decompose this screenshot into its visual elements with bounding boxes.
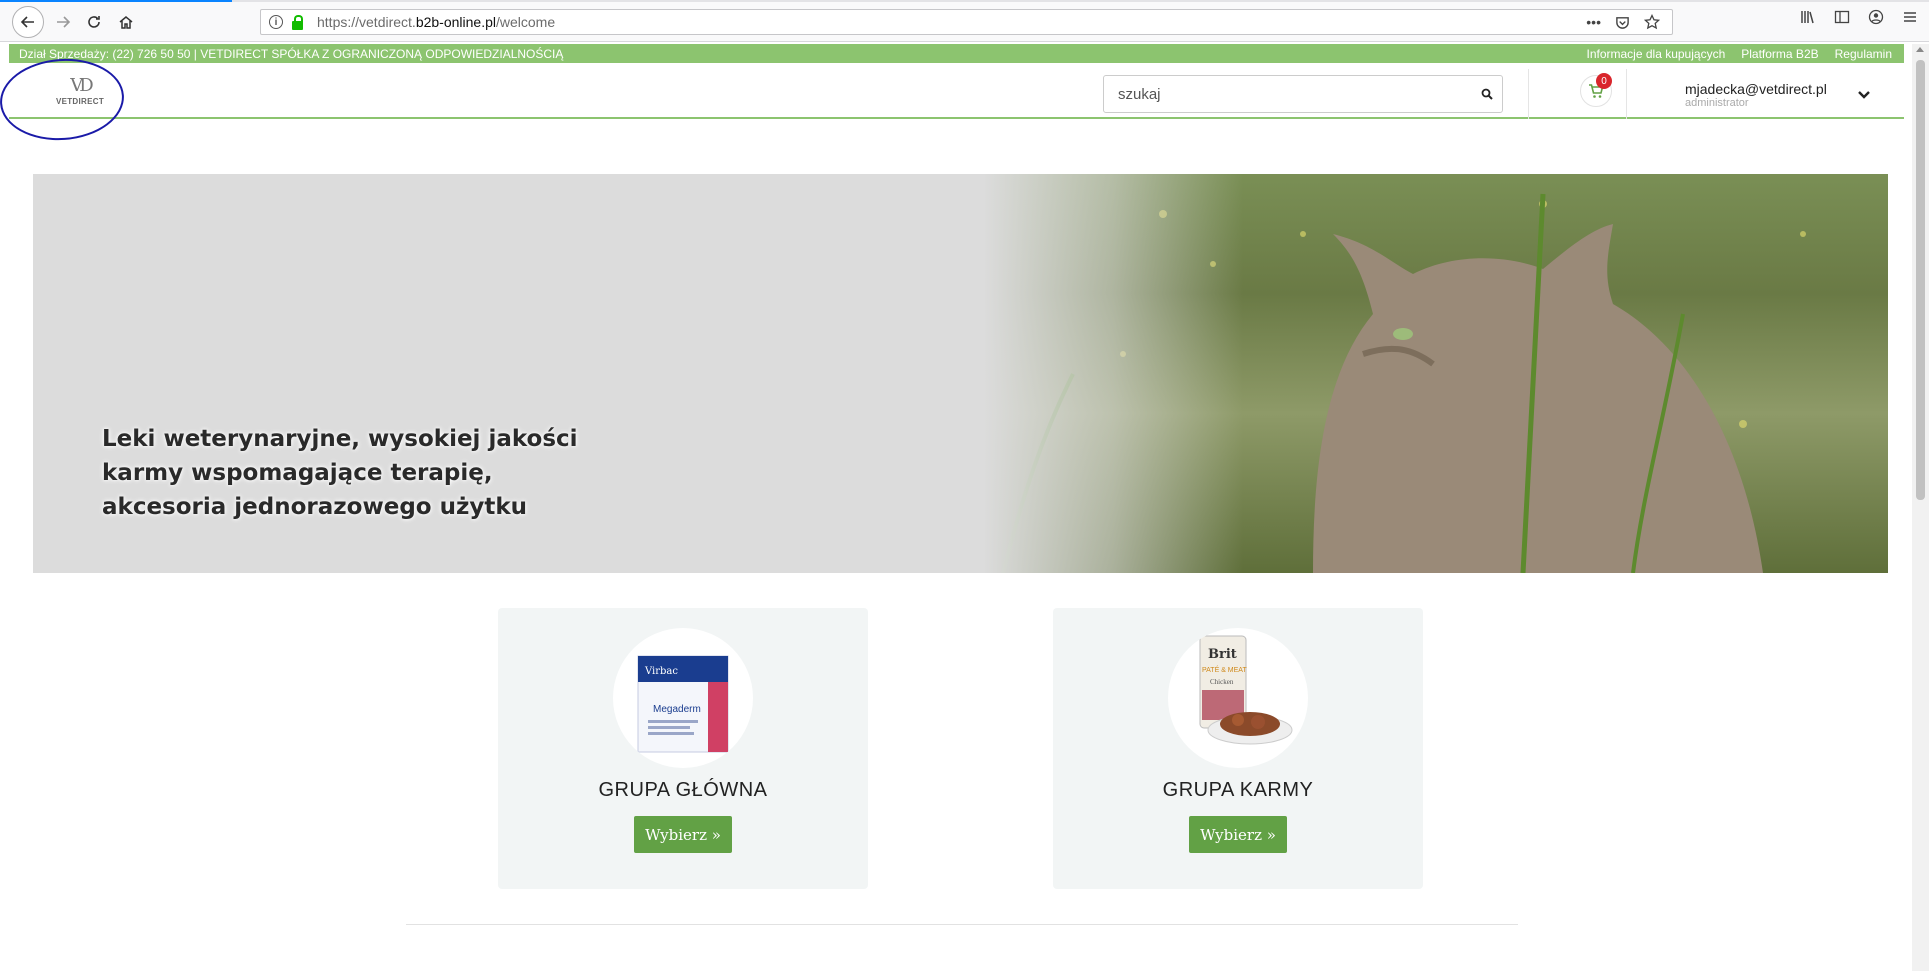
url-domain: b2b-online.pl [415, 14, 496, 30]
url-text[interactable]: https://vetdirect.b2b-online.pl/welcome [317, 14, 555, 30]
user-menu[interactable]: mjadecka@vetdirect.pl administrator [1685, 81, 1827, 109]
category-title: GRUPA GŁÓWNA [598, 779, 768, 801]
home-button[interactable] [111, 7, 141, 37]
site-header: VD VETDIRECT 0 mjadecka@vetdirect.pl adm… [9, 63, 1904, 119]
active-tab-indicator[interactable] [0, 0, 232, 2]
product-name-label: Megaderm [653, 704, 701, 715]
product-image-brit-can: Brit PATÉ & MEAT Chicken [1168, 628, 1308, 768]
link-buyer-info[interactable]: Informacje dla kupujących [1587, 47, 1726, 61]
hero-line: Leki weterynaryjne, wysokiej jakości [102, 426, 578, 452]
hero-fade-overlay [983, 174, 1243, 573]
select-main-group-button[interactable]: Wybierz » [634, 816, 732, 853]
arrow-left-icon [20, 16, 34, 28]
header-divider [1528, 69, 1529, 119]
menu-icon[interactable] [1901, 9, 1919, 29]
scrollbar-thumb[interactable] [1916, 60, 1925, 500]
sidebar-icon[interactable] [1833, 9, 1851, 29]
info-icon[interactable]: i [269, 15, 283, 29]
can-brand-label: Brit [1208, 647, 1237, 662]
hero-banner: Leki weterynaryjne, wysokiej jakości kar… [33, 174, 1888, 573]
site-top-bar: Dział Sprzedaży: (22) 726 50 50 | VETDIR… [9, 44, 1904, 63]
hero-line: akcesoria jednorazowego użytku [102, 494, 528, 520]
search-input[interactable] [1116, 84, 1472, 104]
page-scrollbar[interactable] [1912, 44, 1929, 971]
header-divider [1626, 69, 1627, 119]
logo-mark: VD [70, 75, 93, 96]
chevron-down-icon[interactable] [1857, 85, 1871, 104]
search-icon[interactable] [1472, 88, 1502, 100]
section-divider [406, 924, 1518, 925]
top-links: Informacje dla kupujących Platforma B2B … [1587, 47, 1893, 61]
cart-count-badge: 0 [1596, 73, 1612, 89]
reload-icon [88, 16, 100, 28]
arrow-right-icon [57, 16, 71, 28]
bookmark-star-icon[interactable] [1644, 14, 1660, 30]
url-path: /welcome [496, 14, 556, 30]
can-line-label: PATÉ & MEAT [1202, 665, 1247, 674]
more-actions-icon[interactable]: ••• [1586, 14, 1601, 30]
category-title: GRUPA KARMY [1162, 779, 1314, 801]
hero-headline: Leki weterynaryjne, wysokiej jakości kar… [102, 422, 622, 524]
product-brand-label: Virbac [644, 666, 678, 677]
browser-toolbar: i https://vetdirect.b2b-online.pl/welcom… [0, 0, 1929, 42]
address-bar[interactable]: i https://vetdirect.b2b-online.pl/welcom… [260, 9, 1673, 35]
forward-button[interactable] [48, 7, 78, 37]
sales-contact-text: Dział Sprzedaży: (22) 726 50 50 | VETDIR… [19, 46, 564, 61]
user-role: administrator [1685, 97, 1749, 109]
category-card-main: Virbac Megaderm GRUPA GŁÓWNA Wybierz » [498, 608, 868, 889]
pocket-icon[interactable] [1615, 15, 1630, 30]
category-card-food: Brit PATÉ & MEAT Chicken GRUPA KARMY Wyb… [1053, 608, 1423, 889]
tab-strip [0, 0, 1929, 2]
url-prefix: https://vetdirect. [317, 14, 416, 30]
toolbar-right [1799, 9, 1919, 29]
hero-line: karmy wspomagające terapię, [102, 460, 493, 486]
link-terms[interactable]: Regulamin [1835, 47, 1892, 61]
url-actions: ••• [1586, 14, 1660, 30]
scroll-up-arrow-icon[interactable] [1916, 47, 1924, 52]
home-icon [119, 16, 133, 29]
back-button[interactable] [12, 6, 44, 38]
can-flavor-label: Chicken [1210, 678, 1234, 686]
site-logo[interactable]: VD VETDIRECT [45, 77, 115, 111]
account-icon[interactable] [1867, 9, 1885, 29]
user-email: mjadecka@vetdirect.pl [1685, 81, 1827, 97]
reload-button[interactable] [79, 7, 109, 37]
search-box [1103, 75, 1503, 113]
select-food-group-button[interactable]: Wybierz » [1189, 816, 1287, 853]
link-b2b-platform[interactable]: Platforma B2B [1741, 47, 1818, 61]
logo-text: VETDIRECT [55, 97, 105, 106]
lock-icon[interactable] [292, 14, 303, 30]
product-image-megaderm: Virbac Megaderm [613, 628, 753, 768]
library-icon[interactable] [1799, 9, 1817, 29]
